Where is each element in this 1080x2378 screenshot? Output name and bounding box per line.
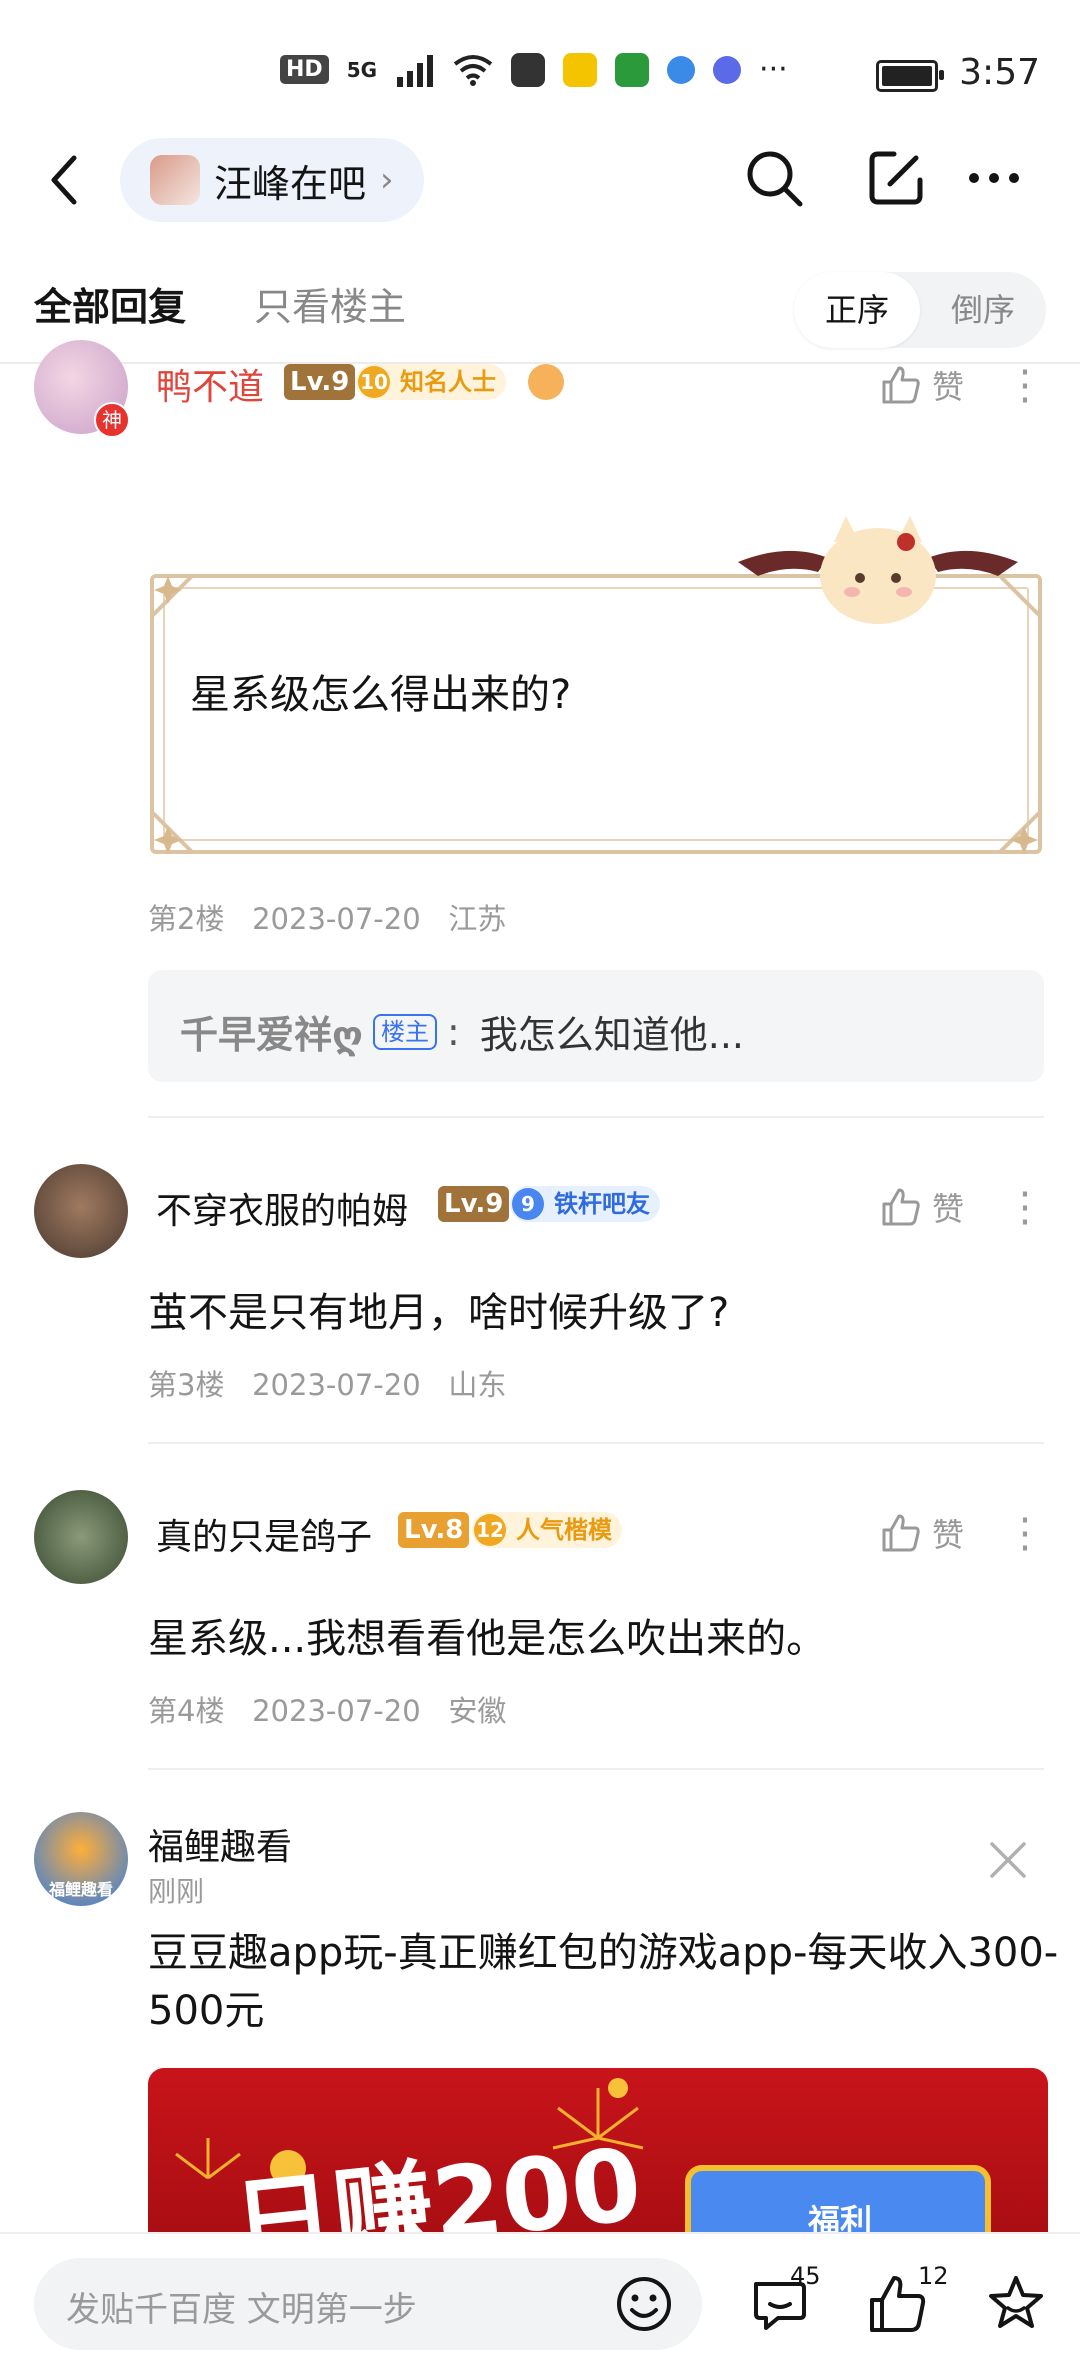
honor-badge-number: 10: [358, 366, 390, 398]
floor-number: 第4楼: [148, 1694, 225, 1728]
status-icons: HD 5G ···: [280, 52, 788, 87]
ad-banner[interactable]: 日赚200 福利: [148, 2068, 1048, 2240]
post-location: 江苏: [448, 902, 507, 936]
post-content: 星系级...我想看看他是怎么吹出来的。: [148, 1616, 827, 1662]
thumb-up-icon: [882, 366, 920, 404]
like-label: 赞: [932, 1516, 965, 1554]
back-icon[interactable]: [40, 150, 90, 210]
ad-title[interactable]: 豆豆趣app玩-真正赚红包的游戏app-每天收入300-500元: [148, 1924, 1078, 2040]
post-date: 2023-07-20: [252, 1694, 421, 1728]
floor-number: 第2楼: [148, 902, 225, 936]
level-badge: Lv.8: [398, 1512, 470, 1548]
close-icon[interactable]: [988, 1840, 1028, 1880]
forum-name: 汪峰在吧: [214, 161, 367, 206]
tab-owner-only[interactable]: 只看楼主: [254, 276, 406, 331]
emoji-icon[interactable]: [614, 2274, 674, 2334]
post-meta: 第2楼 2023-07-20 江苏: [148, 896, 506, 938]
sort-desc-button[interactable]: 倒序: [920, 272, 1046, 348]
post-divider: [148, 1768, 1044, 1770]
post-date: 2023-07-20: [252, 1368, 421, 1402]
signal-icon: [397, 54, 434, 87]
like-button[interactable]: 赞: [880, 1184, 964, 1230]
avatar[interactable]: [34, 1164, 128, 1258]
post-content: 茧不是只有地月，啥时候升级了?: [148, 1290, 730, 1336]
battery-icon: [876, 60, 944, 92]
message-icon: [511, 52, 546, 87]
username[interactable]: 不穿衣服的帕姆: [156, 1182, 408, 1234]
like-button[interactable]: 赞: [880, 362, 964, 408]
status-bar: HD 5G ··· 3:57: [0, 0, 1080, 140]
post-location: 山东: [448, 1368, 507, 1402]
browser-icon: [667, 55, 696, 84]
post-more-icon[interactable]: · · ·: [1010, 1175, 1040, 1243]
post-divider: [148, 1116, 1044, 1118]
medal-icon: [528, 364, 564, 400]
weibo-icon: [563, 52, 598, 87]
honor-badge-number: 12: [474, 1514, 506, 1546]
post-content: 星系级怎么得出来的?: [190, 672, 572, 718]
comment-count: 45: [790, 2262, 821, 2290]
decorated-comment-frame: 星系级怎么得出来的?: [148, 516, 1044, 872]
sub-reply-box[interactable]: 千早爱祥ღ 楼主 : 我怎么知道他...: [148, 970, 1044, 1082]
more-menu-icon[interactable]: [962, 146, 1026, 210]
comment-button[interactable]: 45: [748, 2262, 848, 2352]
network-5g-indicator: 5G: [346, 57, 378, 82]
forum-avatar: [150, 155, 200, 205]
owner-tag: 楼主: [372, 1013, 437, 1050]
ad-time: 刚刚: [148, 1875, 205, 1908]
clock: 3:57: [959, 52, 1040, 93]
forum-entry-button[interactable]: 汪峰在吧 ›: [120, 138, 424, 222]
post-meta: 第3楼 2023-07-20 山东: [148, 1362, 506, 1404]
avatar[interactable]: [34, 1490, 128, 1584]
post-date: 2023-07-20: [252, 902, 421, 936]
ad-name[interactable]: 福鲤趣看: [148, 1818, 292, 1870]
sort-asc-button[interactable]: 正序: [794, 272, 920, 348]
mascot-decoration: [738, 516, 1018, 624]
sub-reply-separator: :: [446, 1009, 460, 1054]
honor-badge: 9 铁杆吧友: [510, 1186, 660, 1222]
honor-badge-label: 人气楷模: [516, 1516, 612, 1544]
level-badge: Lv.9: [284, 364, 356, 400]
thumb-up-icon: [882, 1188, 920, 1226]
wifi-icon: [453, 54, 493, 86]
search-icon[interactable]: [742, 146, 806, 210]
honor-badge-number: 9: [512, 1188, 544, 1220]
honor-badge: 10 知名人士: [356, 364, 506, 400]
username[interactable]: 鸭不道: [156, 358, 264, 410]
ad-avatar-text: 福鲤趣看: [48, 1880, 113, 1899]
username[interactable]: 真的只是鸽子: [156, 1508, 372, 1560]
like-label: 赞: [932, 368, 965, 406]
floor-number: 第3楼: [148, 1368, 225, 1402]
sub-reply-text: 我怎么知道他...: [479, 1013, 745, 1057]
post-meta: 第4楼 2023-07-20 安徽: [148, 1688, 506, 1730]
level-badge: Lv.9: [438, 1186, 510, 1222]
avatar-tag: 神: [94, 402, 130, 438]
edit-post-icon[interactable]: [864, 146, 928, 210]
tab-all-replies[interactable]: 全部回复: [34, 276, 186, 331]
honor-badge-label: 知名人士: [400, 368, 496, 396]
sub-reply: 千早爱祥ღ 楼主 : 我怎么知道他...: [180, 1004, 744, 1059]
like-button[interactable]: 赞: [880, 1510, 964, 1556]
thumb-up-button[interactable]: 12: [866, 2262, 966, 2352]
thumb-up-icon: [882, 1514, 920, 1552]
post-location: 安徽: [448, 1694, 507, 1728]
post-more-icon[interactable]: · · ·: [1010, 1501, 1040, 1569]
honor-badge: 12 人气楷模: [472, 1512, 622, 1548]
reply-input[interactable]: 发贴千百度 文明第一步: [34, 2258, 702, 2350]
reply-input-placeholder: 发贴千百度 文明第一步: [66, 2290, 417, 2330]
app-icon: [615, 52, 650, 87]
star-favorite-icon[interactable]: [984, 2272, 1048, 2336]
honor-badge-label: 铁杆吧友: [554, 1190, 650, 1218]
post-divider: [148, 1442, 1044, 1444]
post-more-icon[interactable]: · · ·: [1010, 353, 1040, 421]
like-label: 赞: [932, 1190, 965, 1228]
hd-indicator: HD: [280, 55, 329, 84]
sub-reply-user[interactable]: 千早爱祥ღ: [180, 1004, 363, 1059]
music-icon: [713, 55, 742, 84]
ad-avatar[interactable]: 福鲤趣看: [34, 1812, 128, 1906]
like-count: 12: [918, 2262, 949, 2290]
chevron-right-icon: ›: [380, 160, 394, 200]
sort-order-toggle: 正序 倒序: [794, 272, 1046, 348]
more-status-icon: ···: [759, 52, 788, 87]
